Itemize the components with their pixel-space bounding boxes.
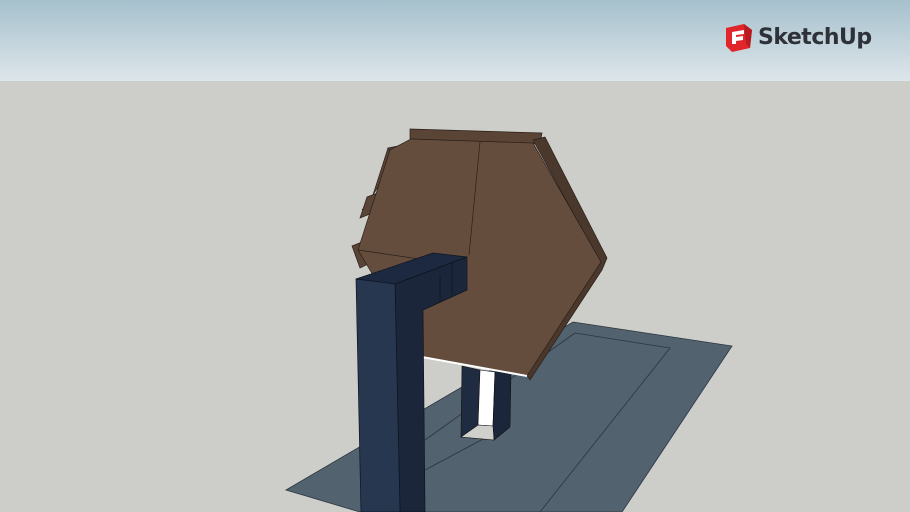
rear-legs xyxy=(460,365,512,441)
model-viewport[interactable] xyxy=(0,0,910,512)
